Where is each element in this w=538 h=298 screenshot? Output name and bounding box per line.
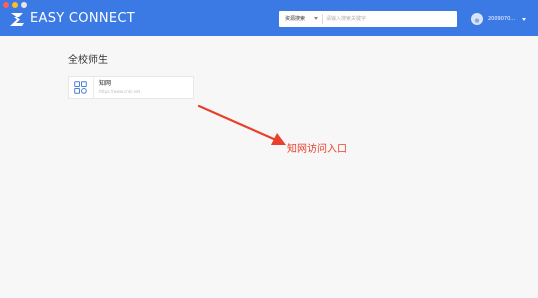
section-title: 全校师生 (68, 55, 108, 66)
user-avatar-icon[interactable] (471, 13, 483, 25)
easy-connect-logo-icon (10, 13, 24, 26)
brand-name: EASY CONNECT (30, 11, 136, 26)
search-divider (322, 14, 323, 24)
resource-card-cnki[interactable]: 知网 https://www.cnki.net (68, 76, 194, 99)
resource-icon-box (69, 77, 94, 98)
search-input[interactable] (326, 11, 454, 27)
annotation-arrow (197, 104, 286, 145)
chevron-down-icon[interactable] (522, 18, 526, 21)
annotation-label: 知网访问入口 (287, 144, 347, 155)
search-type-select[interactable]: 资源搜索 (285, 11, 305, 27)
grid-app-icon (74, 81, 87, 94)
app-window: EASY CONNECT 资源搜索 2009070... 全校师生 知网 (0, 0, 538, 298)
chevron-down-icon[interactable] (314, 17, 318, 20)
window-close-button[interactable] (3, 2, 9, 8)
person-icon (474, 18, 480, 23)
search-bar: 资源搜索 (279, 11, 457, 27)
window-maximize-button[interactable] (21, 2, 27, 8)
window-minimize-button[interactable] (12, 2, 18, 8)
user-name[interactable]: 2009070... (488, 13, 515, 25)
resource-title[interactable]: 知网 (99, 80, 111, 88)
top-bar: EASY CONNECT 资源搜索 2009070... (0, 0, 538, 36)
resource-url: https://www.cnki.net (99, 89, 141, 94)
